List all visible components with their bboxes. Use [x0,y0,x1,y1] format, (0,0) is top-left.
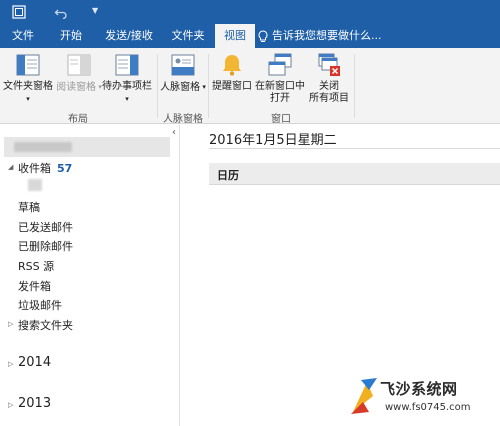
group-separator [208,54,209,118]
tab-file[interactable]: 文件 [8,24,38,48]
reading-pane-button[interactable]: 阅读窗格 ▾ [56,52,102,94]
archive-2013[interactable]: 2013 [18,396,51,411]
ribbon: 文件夹窗格 ▾ 阅读窗格 ▾ 待办事项栏 ▾ 布局 人脉窗格 ▾ 人脉窗格 提醒… [0,48,500,125]
watermark-logo-icon [351,378,377,414]
archive-2014[interactable]: 2014 [18,355,51,370]
reading-pane-label: 阅读窗格 [56,82,97,93]
folder-pane: ‹ ◢ 收件箱 57 草稿 已发送邮件 已删除邮件 RSS 源 发件箱 垃圾邮件 … [0,125,180,426]
tell-me-box[interactable]: 告诉我您想要做什么... [258,24,382,48]
date-title: 2016年1月5日星期二 [209,133,337,148]
folder-rss[interactable]: RSS 源 [18,258,54,274]
group-label-window: 窗口 [271,114,291,125]
calendar-label: 日历 [217,169,239,182]
folder-pane-label: 文件夹窗格 [3,81,53,92]
folder-deleted[interactable]: 已删除邮件 [18,238,73,254]
dropdown-caret-icon: ▾ [26,95,30,103]
folder-pane-button[interactable]: 文件夹窗格 ▾ [2,52,54,106]
tab-view[interactable]: 视图 [215,24,255,49]
account-name-blurred [14,142,72,152]
open-in-new-window-button[interactable]: 在新窗口中 打开 [254,52,306,105]
customize-quick-access-icon[interactable]: ▼ [92,6,106,20]
group-label-layout: 布局 [68,114,88,125]
folder-inbox[interactable]: 收件箱 57 [18,160,72,176]
reminders-window-label: 提醒窗口 [212,81,252,92]
bell-icon [223,55,241,76]
close-all-items-label-1: 关闭 [319,81,339,92]
dropdown-caret-icon: ▾ [96,83,102,91]
inbox-unread-count: 57 [57,162,73,175]
folder-search[interactable]: 搜索文件夹 [18,317,73,333]
expand-triangle-icon[interactable]: ▷ [8,401,13,409]
folder-drafts[interactable]: 草稿 [18,199,40,215]
subfolder-blurred[interactable] [28,179,42,191]
folder-junk[interactable]: 垃圾邮件 [18,297,62,313]
account-header[interactable] [4,137,170,157]
collapse-pane-icon[interactable]: ‹ [172,127,176,138]
expand-triangle-icon[interactable]: ◢ [8,163,13,171]
close-all-items-icon [318,53,340,76]
expand-triangle-icon[interactable]: ▷ [8,360,13,368]
title-bar: ▼ [0,0,500,24]
close-all-items-button[interactable]: 关闭 所有项目 [306,52,352,105]
watermark-url: www.fs0745.com [385,402,471,413]
outlook-app-icon[interactable] [12,5,26,19]
group-separator [354,54,355,118]
folder-pane-icon [16,54,40,76]
tab-home[interactable]: 开始 [54,24,88,48]
folder-outbox[interactable]: 发件箱 [18,278,51,294]
people-pane-button[interactable]: 人脉窗格 ▾ [160,52,206,94]
close-all-items-label-2: 所有项目 [309,93,349,104]
group-label-people-pane: 人脉窗格 [163,114,203,125]
inbox-label: 收件箱 [18,162,51,175]
open-in-new-window-label-1: 在新窗口中 [255,81,305,92]
people-pane-label: 人脉窗格 [160,82,201,93]
group-separator [157,54,158,118]
dropdown-caret-icon: ▾ [125,95,129,103]
undo-icon[interactable] [54,5,68,19]
todo-bar-icon [115,54,139,76]
dropdown-caret-icon: ▾ [200,83,206,91]
people-pane-icon [171,54,195,76]
tell-me-text: 告诉我您想要做什么... [272,29,382,42]
reading-pane-icon [67,54,91,76]
calendar-header[interactable]: 日历 [209,163,500,185]
lightbulb-icon [258,29,268,42]
tab-send-receive[interactable]: 发送/接收 [100,24,158,48]
todo-bar-button[interactable]: 待办事项栏 ▾ [102,52,152,106]
open-in-new-window-label-2: 打开 [270,93,290,104]
new-window-icon [268,53,292,76]
todo-bar-label: 待办事项栏 [102,81,152,92]
watermark: 飞沙系统网 www.fs0745.com [347,374,497,424]
expand-triangle-icon[interactable]: ▷ [8,320,13,328]
tab-folder[interactable]: 文件夹 [168,24,208,48]
folder-sent[interactable]: 已发送邮件 [18,219,73,235]
watermark-text: 飞沙系统网 [380,380,458,398]
ribbon-tabs: 文件 开始 发送/接收 文件夹 视图 告诉我您想要做什么... [0,24,500,49]
divider [209,148,500,149]
reminders-window-button[interactable]: 提醒窗口 [210,52,254,93]
